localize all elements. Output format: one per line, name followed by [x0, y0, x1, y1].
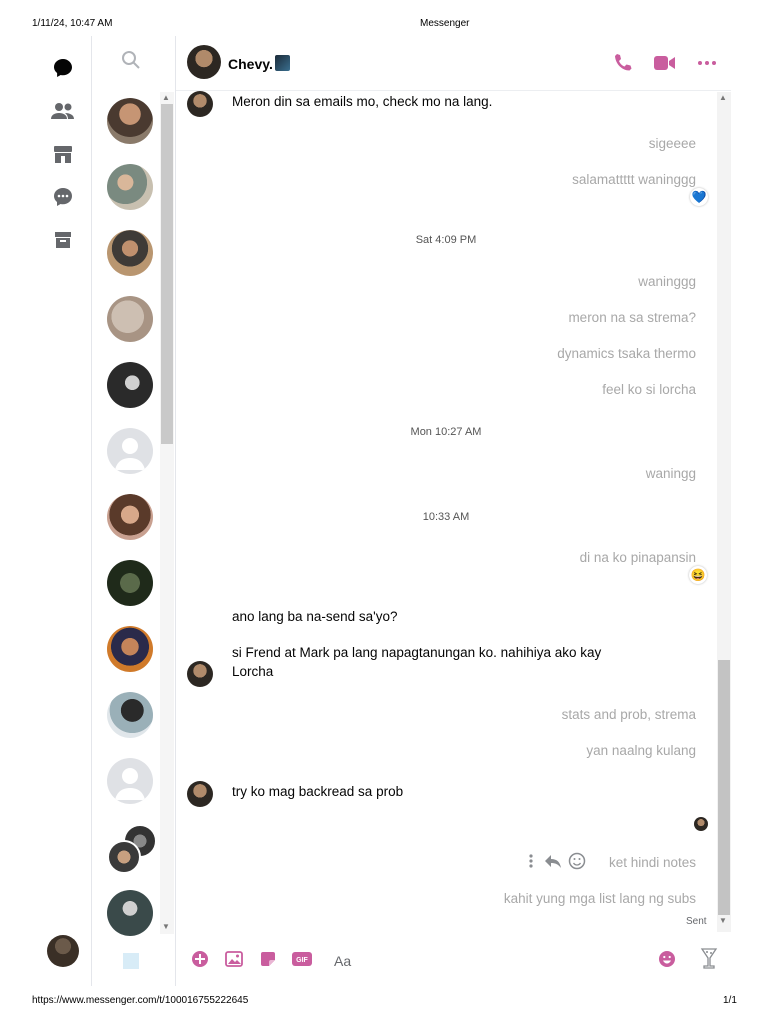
search-icon[interactable]: [119, 48, 143, 72]
outgoing-message[interactable]: salamattttt waninggg: [572, 170, 696, 189]
timestamp: Sat 4:09 PM: [415, 234, 477, 246]
print-url: https://www.messenger.com/t/100016755222…: [32, 995, 249, 1006]
group-chat-avatar[interactable]: [107, 824, 157, 874]
outgoing-message[interactable]: dynamics tsaka thermo: [557, 344, 696, 363]
sticker-icon[interactable]: [259, 950, 277, 968]
left-nav: [33, 36, 91, 986]
sender-avatar: [187, 91, 213, 117]
list-footer-box: [123, 953, 139, 969]
image-icon[interactable]: [225, 950, 243, 968]
incoming-message[interactable]: try ko mag backread sa prob: [232, 782, 403, 801]
scroll-down-arrow-icon[interactable]: ▼: [719, 916, 727, 925]
video-call-button[interactable]: [653, 52, 677, 74]
chat-avatar[interactable]: [107, 626, 153, 672]
incoming-message[interactable]: Meron din sa emails mo, check mo na lang…: [232, 92, 492, 111]
chat-avatar[interactable]: [107, 494, 153, 540]
gif-icon[interactable]: GIF: [292, 950, 312, 968]
print-title: Messenger: [420, 18, 470, 29]
name-emoji-badge: [275, 55, 290, 71]
chat-scroll-thumb[interactable]: [718, 660, 730, 915]
reaction-laugh[interactable]: 😆: [689, 566, 707, 584]
chat-avatar[interactable]: [107, 164, 153, 210]
emoji-picker-icon[interactable]: [658, 950, 676, 968]
contact-avatar[interactable]: [187, 45, 221, 79]
quick-reaction-icon[interactable]: [699, 947, 719, 971]
react-emoji-icon[interactable]: [568, 852, 586, 870]
seen-receipt-avatar: [694, 817, 708, 831]
incoming-message[interactable]: si Frend at Mark pa lang napagtanungan k…: [232, 643, 601, 662]
more-options-icon[interactable]: [695, 52, 719, 74]
print-datetime: 1/11/24, 10:47 AM: [32, 18, 113, 29]
outgoing-message[interactable]: stats and prob, strema: [562, 705, 696, 724]
timestamp: Mon 10:27 AM: [410, 426, 482, 438]
scroll-down-arrow-icon[interactable]: ▼: [162, 922, 170, 931]
voice-call-button[interactable]: [611, 52, 635, 74]
outgoing-message[interactable]: yan naalng kulang: [586, 741, 696, 760]
chats-icon[interactable]: [48, 53, 78, 83]
outgoing-message[interactable]: di na ko pinapansin: [580, 548, 696, 567]
archive-icon[interactable]: [48, 225, 78, 255]
reply-icon[interactable]: [544, 852, 562, 870]
scroll-up-arrow-icon[interactable]: ▲: [162, 93, 170, 102]
chat-avatar[interactable]: [107, 890, 153, 936]
sender-avatar: [187, 781, 213, 807]
requests-icon[interactable]: [48, 182, 78, 212]
sent-status: Sent: [686, 916, 707, 927]
more-actions-icon[interactable]: [527, 853, 535, 869]
message-input[interactable]: [332, 950, 636, 972]
scroll-up-arrow-icon[interactable]: ▲: [719, 93, 727, 102]
chat-avatar[interactable]: [107, 230, 153, 276]
outgoing-message[interactable]: sigeeee: [649, 134, 696, 153]
marketplace-icon[interactable]: [48, 139, 78, 169]
outgoing-message[interactable]: ket hindi notes: [609, 853, 696, 872]
incoming-message[interactable]: ano lang ba na-send sa'yo?: [232, 607, 397, 626]
chat-avatar[interactable]: [107, 560, 153, 606]
profile-avatar[interactable]: [47, 935, 79, 967]
svg-text:GIF: GIF: [296, 957, 308, 964]
chat-list-scroll-thumb[interactable]: [161, 104, 173, 444]
print-page-number: 1/1: [723, 995, 737, 1006]
outgoing-message[interactable]: kahit yung mga list lang ng subs: [504, 889, 696, 908]
incoming-message-continued[interactable]: Lorcha: [232, 662, 273, 681]
chat-avatar[interactable]: [107, 362, 153, 408]
chat-avatar-default[interactable]: [107, 758, 153, 804]
timestamp: 10:33 AM: [422, 511, 470, 523]
chat-avatar[interactable]: [107, 296, 153, 342]
chat-avatar-default[interactable]: [107, 428, 153, 474]
sender-avatar: [187, 661, 213, 687]
people-icon[interactable]: [48, 96, 78, 126]
chat-avatar[interactable]: [107, 692, 153, 738]
outgoing-message[interactable]: feel ko si lorcha: [602, 380, 696, 399]
outgoing-message[interactable]: waningg: [646, 464, 696, 483]
contact-name[interactable]: Chevy.: [228, 56, 273, 72]
reaction-heart[interactable]: 💙: [690, 188, 708, 206]
chat-avatar[interactable]: [107, 98, 153, 144]
outgoing-message[interactable]: meron na sa strema?: [568, 308, 696, 327]
outgoing-message[interactable]: waninggg: [638, 272, 696, 291]
add-icon[interactable]: [191, 950, 209, 968]
